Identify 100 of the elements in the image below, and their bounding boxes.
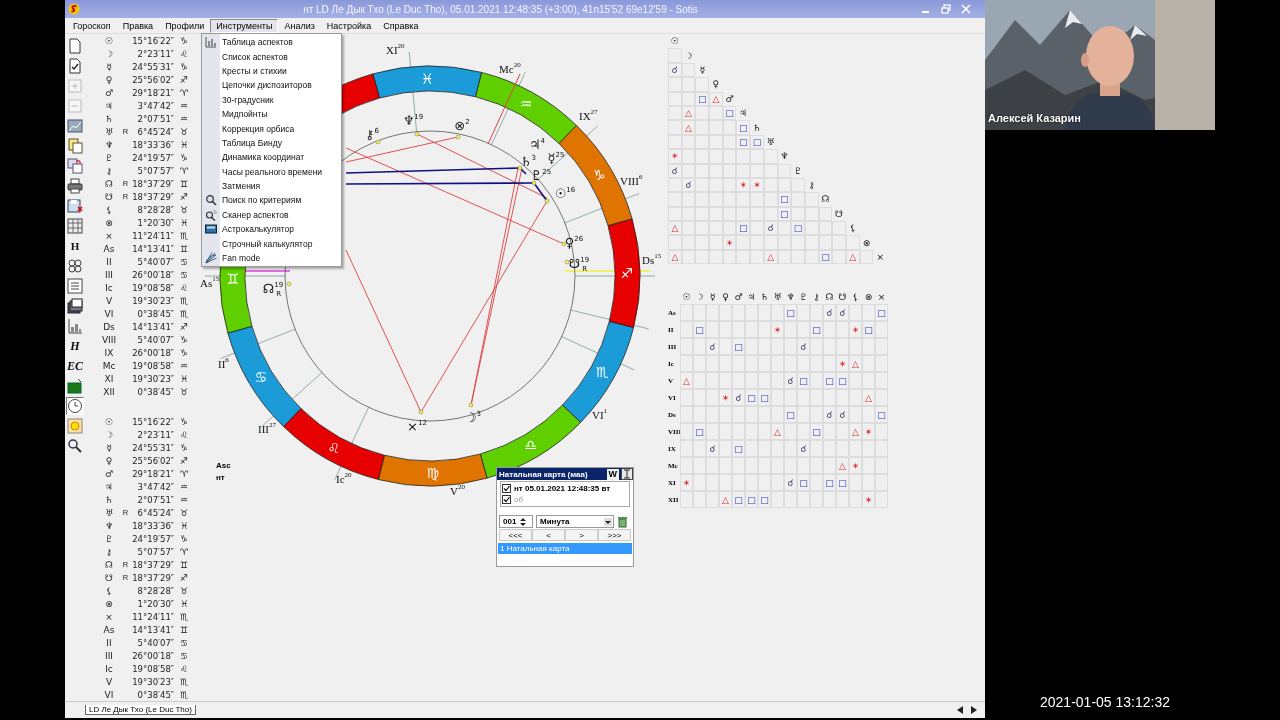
menu-item[interactable]: 30-градусник <box>220 94 274 105</box>
menu-item[interactable]: Настройка <box>320 18 378 33</box>
menu-item[interactable]: Сканер аспектов <box>220 209 289 220</box>
position-degree: 5°07′57″ <box>136 165 174 176</box>
planet-symbol: ♄ <box>103 494 115 505</box>
planet-symbol: Mc <box>101 360 117 371</box>
toolbar-button[interactable]: H <box>68 337 82 355</box>
aspect-cell: □ <box>836 372 849 390</box>
zodiac-sign-symbol: ♌ <box>178 663 190 674</box>
search-icon <box>205 194 217 207</box>
menu-item[interactable]: Кресты и стихии <box>220 65 287 76</box>
panel-title-button[interactable]: W <box>606 468 619 480</box>
position-degree: 2°23′11″ <box>136 48 174 59</box>
checkbox[interactable] <box>502 495 511 504</box>
menu-item[interactable]: Мидпойнты <box>220 109 268 120</box>
stack-icon[interactable] <box>66 297 84 315</box>
menu-item[interactable]: Таблица Бинду <box>220 137 282 148</box>
chart-icon[interactable] <box>66 117 84 135</box>
search-icon[interactable] <box>66 437 84 455</box>
scroll-right-icon[interactable] <box>970 706 977 714</box>
aspect-cell: ✶ <box>736 177 751 193</box>
menu-item[interactable]: Анализ <box>278 18 321 33</box>
save-icon[interactable] <box>66 197 84 215</box>
menu-item[interactable]: Затмения <box>220 181 261 192</box>
navigation-button[interactable]: < <box>532 529 565 541</box>
menu-item[interactable]: Fan mode <box>220 253 261 264</box>
position-degree: 8°28′28″ <box>136 204 174 215</box>
aspect-cell: △ <box>668 249 682 265</box>
menu-item[interactable]: Список аспектов <box>220 51 288 62</box>
planet-symbol: ☿ <box>698 63 706 77</box>
step-field[interactable]: 001 <box>499 515 533 528</box>
toolbar-button[interactable]: EC <box>65 357 85 375</box>
position-degree: 2°07′51″ <box>136 113 174 124</box>
menu-item[interactable]: Астрокалькулятор <box>220 224 294 235</box>
unit-dropdown[interactable]: Минута <box>536 515 614 528</box>
position-degree: 5°40′07″ <box>136 637 174 648</box>
menu-item[interactable]: Строчный калькулятор <box>220 238 313 249</box>
navigation-button[interactable]: >>> <box>598 529 631 541</box>
menu-item[interactable]: Поиск по критериям <box>220 195 302 206</box>
zodiac-sign-symbol: ♐ <box>178 572 190 583</box>
document-tab[interactable]: LD Ле Дык Тхо (Le Duc Tho) <box>85 705 196 715</box>
menu-item[interactable]: Гороскоп <box>67 18 117 33</box>
planet-symbol: ☊ <box>820 193 831 207</box>
spin-arrows-icon[interactable] <box>520 516 527 527</box>
calendar-icon[interactable] <box>66 217 84 235</box>
planet-symbol: ☉ <box>103 35 115 46</box>
house-cusp-label: XI$^{20}$ <box>386 42 405 56</box>
menu-item[interactable]: Профили <box>159 18 211 33</box>
aspect-cell: □ <box>875 304 888 322</box>
checkbox[interactable] <box>502 484 511 493</box>
menu-item[interactable]: Цепочки диспозиторов <box>220 80 312 91</box>
trash-icon[interactable] <box>617 515 628 528</box>
checked-document-icon[interactable] <box>66 57 84 75</box>
menu-item[interactable]: Таблица аспектов <box>220 37 293 48</box>
position-degree: 6°45′24″ <box>136 126 174 137</box>
aspect-cell: ☌ <box>797 440 810 458</box>
pin-icon[interactable] <box>621 468 633 480</box>
zodiac-sign-glyph: ♑ <box>592 167 606 184</box>
planet-symbol: ☽ <box>694 291 705 305</box>
planet-symbol: ♄ <box>751 121 762 135</box>
menu-item[interactable]: Правка <box>116 18 160 33</box>
pages-icon[interactable] <box>66 137 84 155</box>
planet-symbol: × <box>104 611 114 622</box>
aspect-cell: □ <box>823 372 836 390</box>
navigation-button[interactable]: > <box>565 529 598 541</box>
planet-label: ×$^{12}$ <box>407 419 427 434</box>
printer-icon[interactable] <box>66 177 84 195</box>
position-degree: 3°47′42″ <box>136 481 174 492</box>
clock-icon[interactable] <box>66 397 84 415</box>
planet-symbol: ☊ <box>824 291 835 305</box>
planet-symbol: ☿ <box>105 61 113 72</box>
planet-symbol: ⚷ <box>104 165 114 176</box>
aspect-cell: ✶ <box>750 177 764 193</box>
position-degree: 5°07′57″ <box>136 546 174 557</box>
menu-item[interactable]: Динамика координат <box>220 152 305 163</box>
menu-item[interactable]: Коррекция орбиса <box>220 123 295 134</box>
caret-icon[interactable] <box>604 517 612 526</box>
folder-icon[interactable] <box>66 377 84 395</box>
planet-symbol: ☽ <box>103 429 115 440</box>
menu-item[interactable]: Инструменты <box>210 18 279 33</box>
zodiac-sign-symbol: ♑ <box>178 334 190 345</box>
scroll-left-icon[interactable] <box>957 706 964 714</box>
aspect-cell: □ <box>745 389 758 407</box>
aspect-cell: □ <box>777 192 792 207</box>
zodiac-sign-symbol: ♋ <box>178 256 190 267</box>
navigation-button[interactable]: <<< <box>499 529 532 541</box>
menu-item[interactable]: Часы реального времени <box>220 166 323 177</box>
position-degree: 2°23′11″ <box>136 429 174 440</box>
aspect-cell: ☌ <box>706 440 719 458</box>
swap-icon[interactable] <box>66 157 84 175</box>
toolbar-button[interactable]: H <box>68 237 82 255</box>
menu-item[interactable]: Справка <box>377 18 425 33</box>
house-cusp-label: VIII$^{6}$ <box>620 173 643 187</box>
rings-icon[interactable] <box>66 257 84 275</box>
planet-label: ☿$^{25}$ <box>547 151 565 166</box>
aspect-cell: ☌ <box>836 406 849 424</box>
close-icon[interactable] <box>961 4 971 14</box>
zodiac-sign-glyph: ♌ <box>327 440 341 456</box>
zodiac-sign-symbol: ♑ <box>178 442 190 453</box>
planet-symbol: III <box>104 269 114 280</box>
